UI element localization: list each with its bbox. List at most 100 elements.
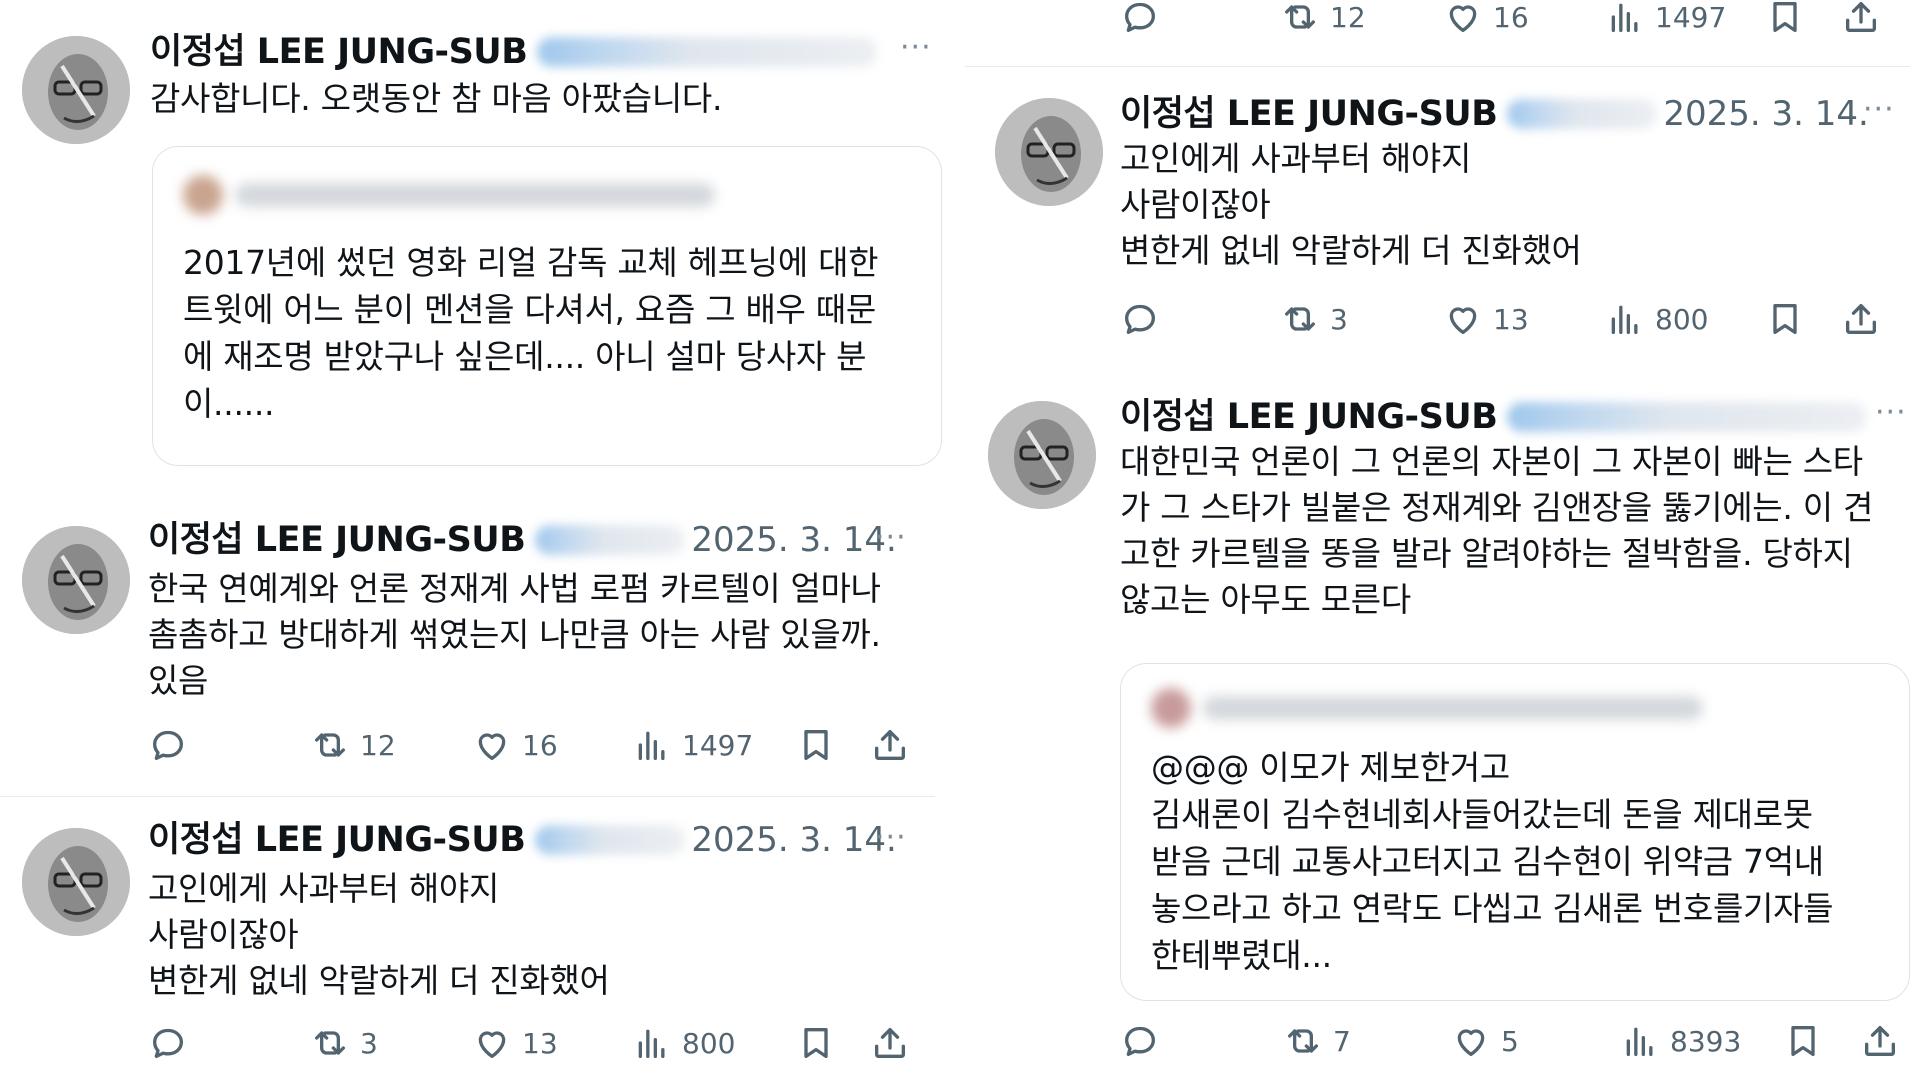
- bookmark-button[interactable]: [1783, 1016, 1823, 1066]
- redacted-handle: [1507, 402, 1868, 432]
- reply-button[interactable]: [1120, 294, 1160, 344]
- reply-button[interactable]: [148, 720, 188, 770]
- reply-button[interactable]: [1120, 1016, 1160, 1066]
- bookmark-icon: [804, 730, 828, 760]
- views-icon: [1611, 305, 1638, 334]
- retweet-button[interactable]: 7: [1283, 1016, 1351, 1066]
- left-column: 이정섭 LEE JUNG-SUB ··· 감사합니다. 오랫동안 참 마음 아팠…: [0, 0, 950, 1080]
- redacted-handle: [1507, 99, 1658, 129]
- tweet-divider: [0, 796, 935, 797]
- action-bar: 7 5 8393: [965, 1016, 1920, 1066]
- share-icon: [875, 1028, 905, 1058]
- tweet-date[interactable]: 2025. 3. 14.: [691, 818, 896, 862]
- bookmark-button[interactable]: [796, 1018, 836, 1068]
- like-button[interactable]: 16: [1443, 0, 1529, 42]
- tweet-divider: [965, 66, 1910, 67]
- like-count: 16: [522, 728, 558, 762]
- avatar[interactable]: [22, 828, 130, 936]
- author-name[interactable]: 이정섭 LEE JUNG-SUB: [150, 30, 528, 74]
- views-count: 800: [682, 1026, 736, 1060]
- bookmark-icon: [1773, 304, 1797, 334]
- views-button[interactable]: 1497: [1605, 0, 1726, 42]
- tweet-text: 고인에게 사과부터 해야지 사람이잖아 변한게 없네 악랄하게 더 진화했어: [148, 869, 610, 1000]
- redacted-handle: [535, 825, 686, 855]
- right-column: 12 16 1497 이정섭 LEE JUNG-SUB 2025. 3. 14.…: [965, 0, 1920, 1080]
- avatar[interactable]: [995, 98, 1103, 206]
- avatar[interactable]: [22, 526, 130, 634]
- share-icon: [1865, 1026, 1895, 1056]
- tweet[interactable]: 이정섭 LEE JUNG-SUB 2025. 3. 14. ··· 고인에게 사…: [0, 800, 950, 1080]
- quote-text: @@@ 이모가 제보한거고 김새론이 김수현네회사들어갔는데 돈을 제대로못 받…: [1151, 748, 1834, 975]
- like-icon: [478, 733, 506, 760]
- like-count: 16: [1493, 0, 1529, 34]
- like-icon: [1449, 5, 1477, 32]
- like-icon: [1457, 1029, 1485, 1056]
- like-button[interactable]: 13: [1443, 294, 1529, 344]
- views-button[interactable]: 800: [1605, 294, 1708, 344]
- retweet-count: 12: [1330, 0, 1366, 34]
- tweet[interactable]: 이정섭 LEE JUNG-SUB ··· 대한민국 언론이 그 언론의 자본이 …: [965, 395, 1920, 1080]
- like-button[interactable]: 13: [472, 1018, 558, 1068]
- tweet[interactable]: 이정섭 LEE JUNG-SUB 2025. 3. 14. ··· 고인에게 사…: [965, 70, 1920, 400]
- share-icon: [1846, 2, 1876, 32]
- quote-tweet[interactable]: 2017년에 썼던 영화 리얼 감독 교체 헤프닝에 대한 트윗에 어느 분이 …: [152, 146, 942, 466]
- author-name[interactable]: 이정섭 LEE JUNG-SUB: [148, 518, 526, 562]
- retweet-button[interactable]: 12: [1280, 0, 1366, 42]
- quote-author-redacted: [183, 175, 715, 215]
- retweet-count: 3: [1330, 302, 1348, 336]
- author-name[interactable]: 이정섭 LEE JUNG-SUB: [148, 818, 526, 862]
- share-button[interactable]: [870, 1018, 910, 1068]
- reply-button[interactable]: [148, 1018, 188, 1068]
- author-name[interactable]: 이정섭 LEE JUNG-SUB: [1120, 395, 1498, 439]
- tweet-text: 감사합니다. 오랫동안 참 마음 아팠습니다.: [150, 79, 723, 118]
- more-icon[interactable]: ···: [1875, 395, 1907, 430]
- reply-button[interactable]: [1120, 0, 1160, 42]
- more-icon[interactable]: ···: [875, 820, 907, 855]
- share-button[interactable]: [1841, 0, 1881, 42]
- like-icon: [1449, 307, 1477, 334]
- views-icon: [1626, 1027, 1653, 1056]
- tweet[interactable]: 이정섭 LEE JUNG-SUB 2025. 3. 14. ··· 한국 연예계…: [0, 500, 950, 790]
- retweet-icon: [315, 733, 345, 757]
- avatar[interactable]: [22, 36, 130, 144]
- share-button[interactable]: [1860, 1016, 1900, 1066]
- views-button[interactable]: 800: [632, 1018, 735, 1068]
- tweet-text: 대한민국 언론이 그 언론의 자본이 그 자본이 빠는 스타 가 그 스타가 빌…: [1120, 442, 1874, 619]
- action-bar: 12 16 1497: [0, 720, 950, 770]
- views-count: 1497: [1655, 0, 1727, 34]
- author-name[interactable]: 이정섭 LEE JUNG-SUB: [1120, 92, 1498, 136]
- tweet[interactable]: 이정섭 LEE JUNG-SUB ··· 감사합니다. 오랫동안 참 마음 아팠…: [0, 0, 950, 500]
- like-icon: [478, 1031, 506, 1058]
- views-icon: [638, 1029, 665, 1058]
- views-button[interactable]: 8393: [1620, 1016, 1741, 1066]
- more-icon[interactable]: ···: [875, 520, 907, 555]
- quote-tweet[interactable]: @@@ 이모가 제보한거고 김새론이 김수현네회사들어갔는데 돈을 제대로못 받…: [1120, 663, 1910, 1001]
- like-button[interactable]: 16: [472, 720, 558, 770]
- tweet-date[interactable]: 2025. 3. 14.: [1663, 92, 1868, 136]
- views-count: 800: [1655, 302, 1709, 336]
- views-count: 1497: [682, 728, 754, 762]
- avatar[interactable]: [988, 401, 1096, 509]
- bookmark-button[interactable]: [1765, 0, 1805, 42]
- views-button[interactable]: 1497: [632, 720, 753, 770]
- more-icon[interactable]: ···: [1863, 92, 1895, 127]
- action-bar: 12 16 1497: [965, 0, 1920, 42]
- retweet-button[interactable]: 12: [310, 720, 396, 770]
- bookmark-button[interactable]: [1765, 294, 1805, 344]
- views-icon: [1611, 3, 1638, 32]
- retweet-icon: [1285, 5, 1315, 29]
- retweet-icon: [1285, 307, 1315, 331]
- bookmark-button[interactable]: [796, 720, 836, 770]
- like-count: 5: [1501, 1024, 1519, 1058]
- more-icon[interactable]: ···: [900, 30, 932, 65]
- retweet-icon: [315, 1031, 345, 1055]
- like-count: 13: [522, 1026, 558, 1060]
- reply-icon: [1125, 1026, 1155, 1056]
- tweet-date[interactable]: 2025. 3. 14.: [691, 518, 896, 562]
- share-icon: [875, 730, 905, 760]
- share-button[interactable]: [1841, 294, 1881, 344]
- retweet-button[interactable]: 3: [310, 1018, 378, 1068]
- retweet-button[interactable]: 3: [1280, 294, 1348, 344]
- like-button[interactable]: 5: [1451, 1016, 1519, 1066]
- share-button[interactable]: [870, 720, 910, 770]
